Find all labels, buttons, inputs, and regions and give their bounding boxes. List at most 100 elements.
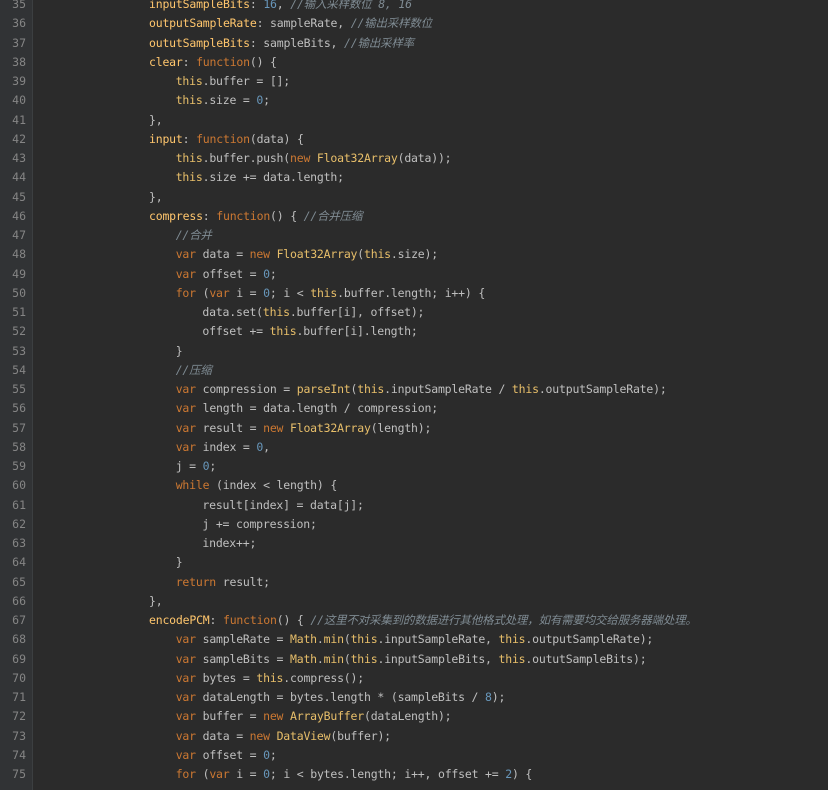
code-line[interactable]: 66}, (0, 592, 828, 611)
code-text[interactable]: var sampleBits = Math.min(this.inputSamp… (176, 650, 647, 669)
code-line[interactable]: 55 var compression = parseInt(this.inputS… (0, 380, 828, 399)
code-text[interactable]: return result; (176, 573, 270, 592)
code-line[interactable]: 60 while (index < length) { (0, 476, 828, 495)
this-token: this (175, 151, 203, 165)
code-text[interactable]: var sampleRate = Math.min(this.inputSamp… (176, 630, 654, 649)
code-line[interactable]: 52 offset += this.buffer[i].length; (0, 322, 828, 341)
code-text[interactable]: //压缩 (176, 361, 212, 380)
code-line[interactable]: 37 oututSampleBits: sampleBits, //输出采样率 (0, 34, 828, 53)
code-text[interactable]: }, (149, 111, 163, 130)
code-line[interactable]: 61 result[index] = data[j]; (0, 496, 828, 515)
code-text[interactable]: } (176, 342, 183, 361)
code-token: result = (202, 420, 264, 435)
code-text[interactable]: result[index] = data[j]; (202, 496, 364, 515)
code-line[interactable]: 74 var offset = 0; (0, 746, 828, 765)
code-text[interactable]: var bytes = this.compress(); (176, 669, 364, 688)
code-lines[interactable]: 35 inputSampleBits: 16, //输入采样数位 8, 16 36 o… (0, 0, 828, 784)
code-line[interactable]: 43 this.buffer.push(new Float32Array(data… (0, 149, 828, 168)
code-text[interactable]: while (index < length) { (176, 476, 338, 495)
code-token: (index < length) { (216, 478, 338, 493)
code-text[interactable]: for (var i = 0; i < bytes.length; i++, o… (176, 765, 533, 784)
code-text[interactable]: clear: function() { (149, 53, 277, 72)
property-token: inputSampleBits (149, 0, 250, 11)
code-line[interactable]: 68 var sampleRate = Math.min(this.inputSa… (0, 630, 828, 649)
code-text[interactable]: for (var i = 0; i < this.buffer.length; … (176, 284, 486, 303)
code-line[interactable]: 36 outputSampleRate: sampleRate, //输出采样数位 (0, 14, 828, 33)
code-line[interactable]: 70 var bytes = this.compress(); (0, 669, 828, 688)
keyword-token: function (196, 54, 250, 69)
keyword-token: function (222, 613, 277, 627)
code-text[interactable]: data.set(this.buffer[i], offset); (202, 303, 424, 322)
code-line[interactable]: 44 this.size += data.length; (0, 168, 828, 187)
code-text[interactable]: this.buffer.push(new Float32Array(data))… (176, 149, 452, 168)
code-text[interactable]: var compression = parseInt(this.inputSam… (176, 380, 667, 399)
line-number: 39 (12, 74, 26, 88)
code-line[interactable]: 73 var data = new DataView(buffer); (0, 727, 828, 746)
code-text[interactable]: var offset = 0; (176, 265, 277, 284)
code-line[interactable]: 63 index++; (0, 534, 828, 553)
keyword-token: var (175, 651, 203, 666)
code-text[interactable]: var dataLength = bytes.length * (sampleB… (176, 688, 506, 707)
line-number: 38 (12, 54, 26, 69)
code-text[interactable]: input: function(data) { (149, 130, 304, 149)
code-text[interactable]: this.size = 0; (176, 91, 270, 110)
code-line[interactable]: 40 this.size = 0; (0, 91, 828, 110)
keyword-token: function (216, 208, 271, 223)
code-line[interactable]: 50 for (var i = 0; i < this.buffer.length… (0, 284, 828, 303)
code-text[interactable]: j += compression; (202, 515, 317, 534)
code-text[interactable]: var buffer = new ArrayBuffer(dataLength)… (176, 707, 452, 726)
code-text[interactable]: encodePCM: function() { //这里不对采集到的数据进行其他… (149, 611, 697, 630)
code-line[interactable]: 56 var length = data.length / compression… (0, 399, 828, 418)
code-token: index = (202, 439, 257, 454)
code-line[interactable]: 71 var dataLength = bytes.length * (sampl… (0, 688, 828, 707)
code-line[interactable]: 75 for (var i = 0; i < bytes.length; i++,… (0, 765, 828, 784)
code-line[interactable]: 64} (0, 553, 828, 572)
code-token: () { (270, 208, 304, 223)
this-token: this (256, 670, 284, 685)
property-token: clear (149, 54, 183, 69)
code-text[interactable]: index++; (202, 534, 256, 553)
code-text[interactable]: var data = new DataView(buffer); (176, 727, 391, 746)
code-text[interactable]: }, (149, 188, 163, 207)
code-text[interactable]: var data = new Float32Array(this.size); (176, 245, 438, 264)
code-line[interactable]: 49 var offset = 0; (0, 265, 828, 284)
code-line[interactable]: 45}, (0, 188, 828, 207)
code-text[interactable]: this.size += data.length; (176, 168, 344, 187)
code-line[interactable]: 59 j = 0; (0, 457, 828, 476)
code-text[interactable]: } (176, 553, 183, 572)
code-text[interactable]: oututSampleBits: sampleBits, //输出采样率 (149, 34, 414, 53)
code-line[interactable]: 47 //合并 (0, 226, 828, 245)
code-line[interactable]: 58 var index = 0, (0, 438, 828, 457)
code-text[interactable]: var result = new Float32Array(length); (176, 419, 432, 438)
code-line[interactable]: 51 data.set(this.buffer[i], offset); (0, 303, 828, 322)
comment-token: //这里不对采集到的数据进行其他格式处理，如有需要均交给服务器端处理。 (310, 613, 697, 627)
code-text[interactable]: outputSampleRate: sampleRate, //输出采样数位 (149, 14, 432, 33)
code-line[interactable]: 48 var data = new Float32Array(this.size)… (0, 245, 828, 264)
code-text[interactable]: compress: function() { //合并压缩 (149, 207, 363, 226)
code-line[interactable]: 41}, (0, 111, 828, 130)
code-editor[interactable]: 35 inputSampleBits: 16, //输入采样数位 8, 16 36 o… (0, 0, 828, 790)
code-text[interactable]: var index = 0, (176, 438, 270, 457)
code-text[interactable]: offset += this.buffer[i].length; (202, 322, 417, 341)
code-text[interactable]: }, (149, 592, 163, 611)
code-line[interactable]: 53} (0, 342, 828, 361)
code-text[interactable]: //合并 (176, 226, 212, 245)
code-text[interactable]: j = 0; (176, 457, 217, 476)
code-line[interactable]: 72 var buffer = new ArrayBuffer(dataLengt… (0, 707, 828, 726)
code-text[interactable]: inputSampleBits: 16, //输入采样数位 8, 16 (149, 0, 412, 14)
code-line[interactable]: 35 inputSampleBits: 16, //输入采样数位 8, 16 (0, 0, 828, 14)
code-text[interactable]: var offset = 0; (176, 746, 277, 765)
code-line[interactable]: 67 encodePCM: function() { //这里不对采集到的数据进行… (0, 611, 828, 630)
code-line[interactable]: 39 this.buffer = []; (0, 72, 828, 91)
line-number: 52 (12, 324, 26, 339)
code-line[interactable]: 38 clear: function() { (0, 53, 828, 72)
code-line[interactable]: 57 var result = new Float32Array(length); (0, 419, 828, 438)
code-line[interactable]: 69 var sampleBits = Math.min(this.inputSa… (0, 650, 828, 669)
code-text[interactable]: var length = data.length / compression; (176, 399, 438, 418)
code-line[interactable]: 46 compress: function() { //合并压缩 (0, 207, 828, 226)
code-line[interactable]: 54 //压缩 (0, 361, 828, 380)
code-line[interactable]: 65 return result; (0, 573, 828, 592)
code-text[interactable]: this.buffer = []; (176, 72, 291, 91)
code-line[interactable]: 62 j += compression; (0, 515, 828, 534)
code-line[interactable]: 42 input: function(data) { (0, 130, 828, 149)
